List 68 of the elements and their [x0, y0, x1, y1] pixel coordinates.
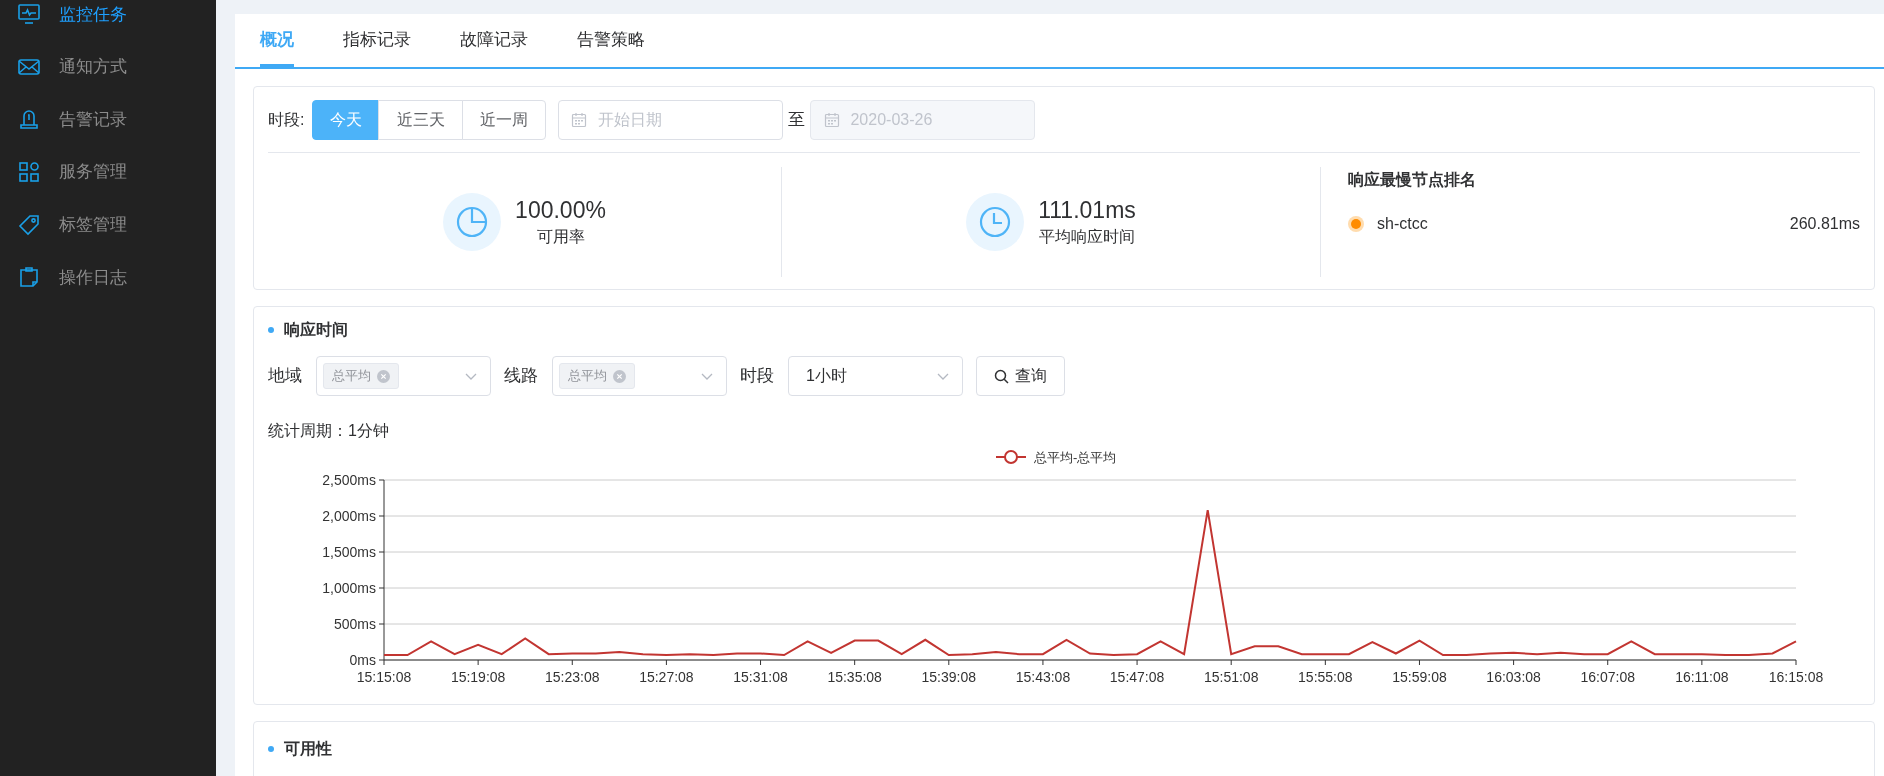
select-field[interactable]: 1小时	[788, 356, 963, 396]
tab[interactable]: 指标记录	[343, 23, 411, 67]
calendar-icon	[571, 112, 588, 128]
multi-select[interactable]: 总平均	[316, 356, 491, 396]
tick-label: 1,500ms	[322, 544, 376, 560]
section-title: 响应时间	[284, 320, 348, 340]
tick-label: 16:03:08	[1486, 669, 1541, 685]
range-button[interactable]: 近一周	[462, 100, 547, 140]
section-title: 可用性	[284, 739, 332, 759]
tick-label: 15:51:08	[1203, 669, 1259, 685]
tick-label: 15:43:08	[1015, 669, 1071, 685]
tick-label: 15:15:08	[356, 669, 412, 685]
close-icon[interactable]	[613, 369, 626, 383]
period-label: 时段:	[268, 110, 305, 130]
stat-label: 平均响应时间	[1039, 227, 1135, 247]
selected-tag: 总平均	[323, 363, 399, 389]
start-date-field[interactable]: 开始日期	[558, 100, 784, 140]
tick-label: 16:15:08	[1768, 669, 1824, 685]
sidebar-item[interactable]: 告警记录	[0, 93, 216, 146]
monitor-pulse-icon	[17, 2, 41, 27]
tick-label: 16:11:08	[1675, 669, 1729, 685]
sidebar-item[interactable]: 通知方式	[0, 40, 216, 94]
tick-label: 15:31:08	[733, 669, 788, 685]
sidebar-item[interactable]: 服务管理	[0, 145, 216, 199]
sidebar-item[interactable]: 监控任务	[0, 0, 216, 41]
tick-label: 0ms	[349, 652, 376, 668]
stat-value: 100.00%	[515, 196, 606, 225]
sidebar-item[interactable]: 操作日志	[0, 250, 216, 304]
query-button[interactable]: 查询	[976, 356, 1065, 396]
filter-label: 时段	[740, 365, 774, 388]
tick-label: 15:55:08	[1298, 669, 1353, 685]
alarm-light-icon	[17, 107, 41, 132]
period-note: 统计周期：1分钟	[267, 421, 390, 441]
tag-icon	[17, 212, 41, 237]
filter-label: 地域	[268, 365, 302, 388]
tick-label: 15:39:08	[921, 669, 977, 685]
close-icon[interactable]	[377, 369, 390, 383]
tick-label: 15:59:08	[1392, 669, 1447, 685]
stat-label: 可用率	[536, 227, 585, 247]
tick-label: 15:27:08	[639, 669, 694, 685]
tick-label: 15:19:08	[450, 669, 506, 685]
tick-label: 2,000ms	[322, 508, 376, 524]
tick-label: 16:07:08	[1580, 669, 1635, 685]
grid-icon	[17, 160, 41, 185]
tick-label: 15:23:08	[545, 669, 600, 685]
clipboard-icon	[17, 265, 41, 290]
range-button[interactable]: 近三天	[378, 100, 464, 140]
tick-label: 2,500ms	[322, 472, 376, 488]
tab[interactable]: 告警策略	[577, 23, 645, 67]
filter-label: 线路	[504, 365, 538, 388]
tick-label: 500ms	[333, 616, 376, 632]
tick-label: 15:47:08	[1109, 669, 1165, 685]
selected-tag: 总平均	[559, 363, 635, 389]
node-response-time: 260.81ms	[1789, 214, 1860, 234]
calendar-icon	[824, 112, 841, 128]
multi-select[interactable]: 总平均	[552, 356, 727, 396]
stat-value: 111.01ms	[1038, 196, 1136, 225]
node-name: sh-ctcc	[1377, 214, 1428, 234]
tick-label: 15:35:08	[827, 669, 882, 685]
legend-label[interactable]: 总平均-总平均	[1034, 450, 1117, 465]
sidebar-item[interactable]: 标签管理	[0, 198, 216, 251]
tick-label: 1,000ms	[322, 580, 376, 596]
tab[interactable]: 概况	[260, 23, 294, 67]
range-separator: 至	[788, 109, 806, 132]
legend-marker-icon	[995, 450, 1027, 464]
search-icon	[994, 368, 1009, 384]
tab[interactable]: 故障记录	[460, 23, 528, 67]
ranking-title: 响应最慢节点排名	[1348, 170, 1477, 190]
